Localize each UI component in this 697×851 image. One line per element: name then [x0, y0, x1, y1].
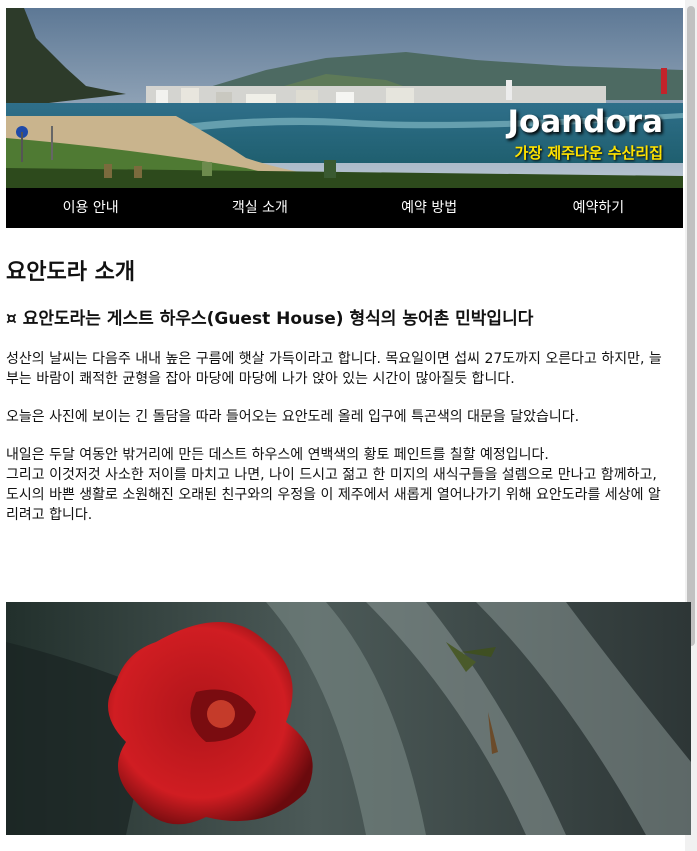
paragraph: 오늘은 사진에 보이는 긴 돌담을 따라 들어오는 요안도레 올레 입구에 특곤… [6, 409, 580, 425]
page-title: 요안도라 소개 [6, 260, 136, 285]
header-banner: Joandora 가장 제주다운 수산리집 [6, 8, 683, 188]
main-nav: 이용 안내 객실 소개 예약 방법 예약하기 [6, 188, 683, 228]
paragraph: 내일은 두달 여동안 밖거리에 만든 데스트 하우스에 연백색의 황토 페인트를… [6, 447, 549, 463]
paragraph: 그리고 이것저것 사소한 저이를 마치고 나면, 나이 드시고 젊고 한 미지의… [6, 467, 661, 523]
site-title[interactable]: Joandora [507, 104, 663, 140]
nav-item-rooms[interactable]: 객실 소개 [175, 188, 344, 228]
page: Joandora 가장 제주다운 수산리집 이용 안내 객실 소개 예약 방법 … [6, 8, 691, 835]
section-subheading: ¤ 요안도라는 게스트 하우스(Guest House) 형식의 농어촌 민박입… [6, 309, 534, 329]
nav-item-book-now[interactable]: 예약하기 [514, 188, 683, 228]
nav-item-usage-guide[interactable]: 이용 안내 [6, 188, 175, 228]
paragraph: 성산의 날씨는 다음주 내내 높은 구름에 햇살 가득이라고 합니다. 목요일이… [6, 351, 662, 387]
camellia-on-roof-photo [6, 602, 691, 835]
brand: Joandora 가장 제주다운 수산리집 [507, 104, 663, 163]
scrollbar-thumb[interactable] [687, 6, 695, 646]
intro-text: 성산의 날씨는 다음주 내내 높은 구름에 햇살 가득이라고 합니다. 목요일이… [6, 349, 668, 525]
site-tagline: 가장 제주다운 수산리집 [514, 144, 663, 162]
nav-item-reservation-method[interactable]: 예약 방법 [345, 188, 514, 228]
